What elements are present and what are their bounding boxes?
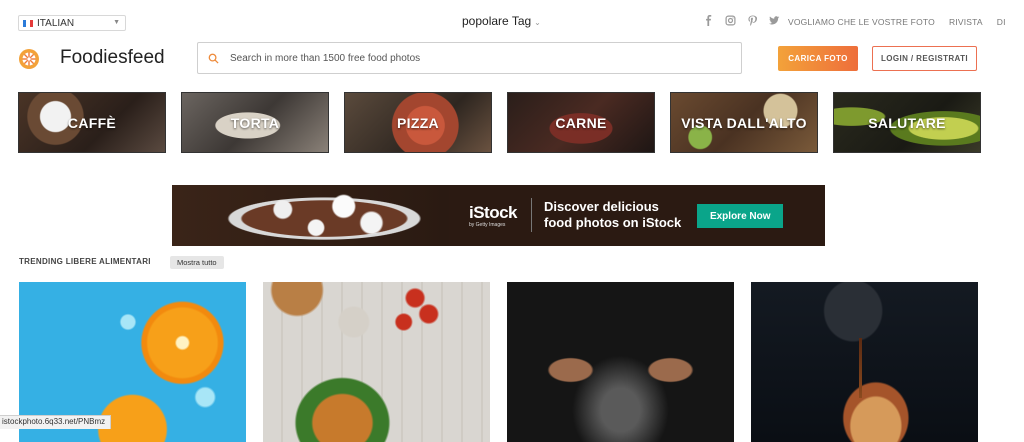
category-label: PIZZA [397,114,439,131]
hot-chocolate-photo [172,185,449,246]
banner-headline: Discover delicious food photos on iStock [544,199,681,246]
category-label: VISTA DALL'ALTO [681,114,807,131]
italy-flag-icon [23,19,33,27]
show-all-button[interactable]: Mostra tutto [170,256,224,269]
category-coffee[interactable]: CAFFÈ [18,92,166,153]
caret-down-icon: ▼ [113,19,120,26]
language-selector[interactable]: ITALIAN ▼ [18,15,126,31]
pinterest-icon[interactable] [747,15,758,26]
top-nav-links: VOGLIAMO CHE LE VOSTRE FOTO RIVISTA DI [788,17,1006,27]
syrup-stream [859,338,862,398]
istock-logo: iStock by Getty Images [469,185,518,246]
search-icon [208,53,219,64]
photo-burger-board[interactable] [263,282,490,442]
upload-photo-button[interactable]: CARICA FOTO [778,46,858,71]
category-label: CAFFÈ [67,114,117,131]
logo-text[interactable]: Foodiesfeed [60,47,165,69]
top-link-submit-photos[interactable]: VOGLIAMO CHE LE VOSTRE FOTO [788,17,935,27]
category-label: SALUTARE [868,114,946,131]
popular-tags-menu[interactable]: popolare Tag ⌄ [462,14,541,28]
status-bar-url: istockphoto.6q33.net/PNBmz [0,415,112,429]
banner-divider [531,198,533,232]
category-label: TORTA [230,114,280,131]
photo-flour-hands[interactable] [507,282,734,442]
category-top-view[interactable]: VISTA DALL'ALTO [670,92,818,153]
search-input[interactable] [228,51,712,65]
tag-menu-label: popolare Tag [462,14,532,28]
category-meat[interactable]: CARNE [507,92,655,153]
trending-title: TRENDING LIBERE ALIMENTARI [19,257,151,266]
category-pizza[interactable]: PIZZA [344,92,492,153]
category-tiles: CAFFÈ TORTA PIZZA CARNE VISTA DALL'ALTO … [18,92,981,153]
explore-now-button[interactable]: Explore Now [697,204,784,228]
chevron-down-icon: ⌄ [534,18,541,27]
istock-logo-text: iStock [469,203,518,222]
istock-ad-banner[interactable]: iStock by Getty Images Discover deliciou… [172,185,825,246]
foodiesfeed-logo-icon[interactable] [18,48,40,70]
istock-logo-sub: by Getty Images [469,222,506,228]
banner-line-1: Discover delicious [544,199,659,214]
instagram-icon[interactable] [725,15,736,26]
social-links [703,15,780,26]
category-healthy[interactable]: SALUTARE [833,92,981,153]
trending-photo-grid [19,282,978,442]
banner-line-2: food photos on iStock [544,215,682,230]
facebook-icon[interactable] [703,15,714,26]
login-register-button[interactable]: LOGIN / REGISTRATI [872,46,977,71]
category-label: CARNE [555,114,607,131]
top-link-magazine[interactable]: RIVISTA [949,17,983,27]
language-label: ITALIAN [37,17,75,29]
photo-syrup-pancakes[interactable] [751,282,978,442]
search-bar[interactable] [197,42,742,74]
top-link-more[interactable]: DI [997,17,1006,27]
twitter-icon[interactable] [769,15,780,26]
category-cake[interactable]: TORTA [181,92,329,153]
